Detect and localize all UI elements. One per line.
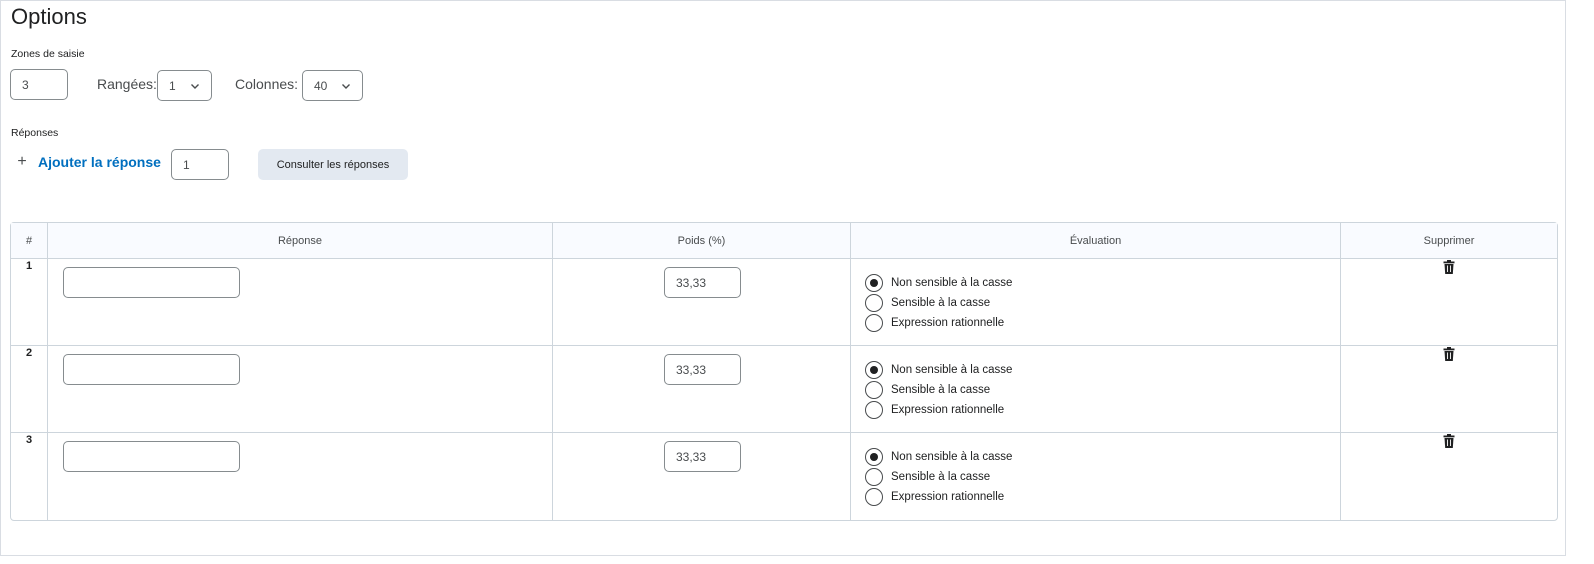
- radio-option-regex[interactable]: Expression rationnelle: [865, 400, 1012, 420]
- radio-option-regex[interactable]: Expression rationnelle: [865, 313, 1012, 333]
- columns-select[interactable]: 40: [302, 70, 363, 101]
- radio-button-checked[interactable]: [865, 361, 883, 379]
- trash-icon[interactable]: [1443, 434, 1455, 448]
- answer-input[interactable]: [63, 267, 240, 298]
- radio-option-case-insensitive[interactable]: Non sensible à la casse: [865, 447, 1012, 467]
- row-number: 2: [11, 346, 48, 433]
- row-number: 3: [11, 433, 48, 520]
- view-answers-button[interactable]: Consulter les réponses: [258, 149, 408, 180]
- columns-select-value: 40: [314, 78, 328, 93]
- plus-icon: +: [17, 153, 27, 170]
- columns-label: Colonnes:: [235, 76, 299, 92]
- radio-label: Sensible à la casse: [891, 297, 991, 309]
- radio-button[interactable]: [865, 294, 883, 312]
- rows-select-value: 1: [169, 78, 176, 93]
- column-header-number: #: [11, 223, 48, 259]
- radio-option-case-insensitive[interactable]: Non sensible à la casse: [865, 360, 1012, 380]
- radio-label: Sensible à la casse: [891, 471, 991, 483]
- weight-input[interactable]: 33,33: [664, 267, 741, 298]
- radio-option-case-sensitive[interactable]: Sensible à la casse: [865, 380, 1012, 400]
- radio-label: Non sensible à la casse: [891, 364, 1013, 376]
- evaluation-radio-group: Non sensible à la casse Sensible à la ca…: [865, 360, 1012, 420]
- chevron-down-icon: [191, 84, 199, 89]
- add-answer-button[interactable]: + Ajouter la réponse: [16, 153, 161, 171]
- radio-button[interactable]: [865, 314, 883, 332]
- column-header-answer: Réponse: [48, 223, 553, 259]
- trash-icon[interactable]: [1443, 260, 1455, 274]
- evaluation-radio-group: Non sensible à la casse Sensible à la ca…: [865, 447, 1012, 507]
- radio-button-checked[interactable]: [865, 448, 883, 466]
- radio-option-case-sensitive[interactable]: Sensible à la casse: [865, 293, 1012, 313]
- radio-label: Expression rationnelle: [891, 404, 1005, 416]
- options-panel: Options Zones de saisie 3 Rangées: 1 Col…: [0, 0, 1566, 556]
- table-header-row: # Réponse Poids (%) Évaluation Supprimer: [11, 223, 1557, 259]
- weight-input[interactable]: 33,33: [664, 441, 741, 472]
- column-header-weight: Poids (%): [553, 223, 851, 259]
- radio-button[interactable]: [865, 468, 883, 486]
- evaluation-radio-group: Non sensible à la casse Sensible à la ca…: [865, 273, 1012, 333]
- input-zones-field[interactable]: 3: [10, 69, 68, 100]
- row-number: 1: [11, 259, 48, 346]
- answers-label: Réponses: [11, 127, 59, 139]
- radio-button-checked[interactable]: [865, 274, 883, 292]
- radio-label: Expression rationnelle: [891, 317, 1005, 329]
- rows-label: Rangées:: [97, 76, 157, 92]
- radio-label: Non sensible à la casse: [891, 451, 1013, 463]
- column-header-evaluation: Évaluation: [851, 223, 1341, 259]
- add-answer-count-field[interactable]: 1: [171, 149, 229, 180]
- table-row: 3 33,33 Non sensible à la casse Sensible…: [11, 433, 1557, 520]
- answer-input[interactable]: [63, 354, 240, 385]
- radio-option-case-insensitive[interactable]: Non sensible à la casse: [865, 273, 1012, 293]
- radio-button[interactable]: [865, 488, 883, 506]
- radio-option-case-sensitive[interactable]: Sensible à la casse: [865, 467, 1012, 487]
- trash-icon[interactable]: [1443, 347, 1455, 361]
- column-header-delete: Supprimer: [1341, 223, 1557, 259]
- table-row: 2 33,33 Non sensible à la casse Sensible…: [11, 346, 1557, 433]
- weight-input[interactable]: 33,33: [664, 354, 741, 385]
- radio-button[interactable]: [865, 381, 883, 399]
- radio-label: Non sensible à la casse: [891, 277, 1013, 289]
- input-zones-label: Zones de saisie: [11, 48, 85, 60]
- answer-input[interactable]: [63, 441, 240, 472]
- rows-select[interactable]: 1: [157, 70, 212, 101]
- radio-option-regex[interactable]: Expression rationnelle: [865, 487, 1012, 507]
- table-row: 1 33,33 Non sensible à la casse Sensible…: [11, 259, 1557, 346]
- radio-label: Sensible à la casse: [891, 384, 991, 396]
- chevron-down-icon: [342, 84, 350, 89]
- answers-table: # Réponse Poids (%) Évaluation Supprimer…: [10, 222, 1558, 521]
- page-title: Options: [11, 4, 87, 29]
- add-answer-label: Ajouter la réponse: [38, 154, 161, 170]
- radio-label: Expression rationnelle: [891, 491, 1005, 503]
- radio-button[interactable]: [865, 401, 883, 419]
